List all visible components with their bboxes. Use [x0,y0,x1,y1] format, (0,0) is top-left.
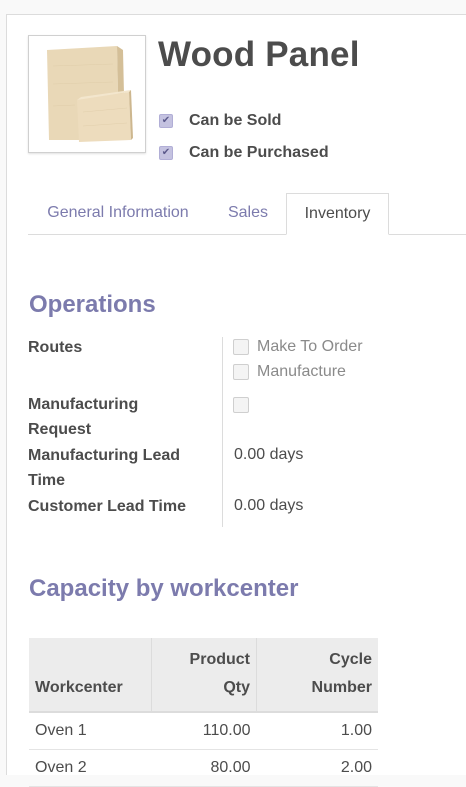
row-cycle-number: 2.00 [256,749,378,787]
tab-general-information[interactable]: General Information [28,193,208,234]
column-cycle-number-line1: Cycle [329,651,372,668]
tab-sales[interactable]: Sales [214,193,282,234]
column-product-qty[interactable]: Product Qty [151,638,257,713]
manufacturing-lead-time-value[interactable]: 0.00 days [234,446,303,464]
tabs-divider [28,234,466,235]
column-product-qty-line2: Qty [223,679,250,696]
manufacturing-request-checkbox[interactable] [233,397,249,413]
row-product-qty: 110.00 [151,712,257,750]
can-be-sold-row: Can be Sold [159,110,281,132]
manufacturing-request-field [233,397,257,413]
can-be-sold-label: Can be Sold [189,112,282,129]
row-product-qty: 80.00 [151,749,257,787]
row-cycle-number: 1.00 [256,712,378,750]
row-workcenter: Oven 1 [29,712,152,750]
capacity-table: Workcenter Product Qty Cycle Number Oven… [29,638,378,787]
routes-label: Routes [28,339,83,356]
manufacturing-request-label: Manufacturing Request [28,392,138,442]
product-image[interactable] [28,35,146,153]
capacity-table-header: Workcenter Product Qty Cycle Number [29,638,378,713]
field-divider [222,337,223,527]
manufacturing-lead-time-label-line2: Time [28,472,66,489]
customer-lead-time-label: Customer Lead Time [28,498,186,515]
manufacture-label: Manufacture [257,363,346,380]
customer-lead-time-value[interactable]: 0.00 days [234,497,303,515]
can-be-sold-checkbox[interactable] [159,114,173,128]
manufacturing-request-label-line2: Request [28,421,92,438]
make-to-order-checkbox[interactable] [233,339,249,355]
route-make-to-order: Make To Order [233,338,363,356]
can-be-purchased-label: Can be Purchased [189,144,329,161]
column-cycle-number-line2: Number [311,679,372,696]
operations-title: Operations [29,291,156,318]
row-workcenter: Oven 2 [29,749,152,787]
table-row[interactable]: Oven 1 110.00 1.00 [29,712,378,750]
manufacture-checkbox[interactable] [233,364,249,380]
make-to-order-label: Make To Order [257,338,363,355]
wood-panel-image [29,36,145,152]
notebook-tabs: General Information Sales Inventory [28,193,466,235]
column-product-qty-line1: Product [189,651,250,668]
can-be-purchased-checkbox[interactable] [159,146,173,160]
manufacturing-request-label-line1: Manufacturing [28,396,139,413]
column-workcenter-label: Workcenter [35,679,123,696]
route-manufacture: Manufacture [233,363,346,381]
tab-inventory[interactable]: Inventory [286,193,389,235]
product-name[interactable]: Wood Panel [158,35,360,75]
can-be-purchased-row: Can be Purchased [159,142,329,164]
column-workcenter[interactable]: Workcenter [29,638,152,713]
column-cycle-number[interactable]: Cycle Number [256,638,378,713]
capacity-title: Capacity by workcenter [29,575,299,602]
manufacturing-lead-time-label-line1: Manufacturing Lead [28,447,181,464]
table-row[interactable]: Oven 2 80.00 2.00 [29,749,378,787]
manufacturing-lead-time-label: Manufacturing Lead Time [28,443,180,493]
